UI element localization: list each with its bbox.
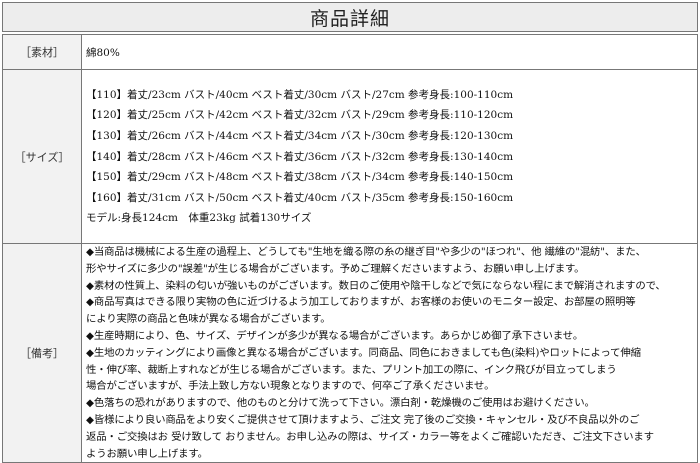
page-title: 商品詳細 bbox=[2, 2, 698, 32]
note-line: ◆皆様により良い商品をより安くご提供させて頂けますよう、ご注文 完了後のご交換・… bbox=[86, 413, 640, 426]
material-row: ［素材］ 綿80% bbox=[2, 34, 698, 70]
size-row: ［サイズ］ 【110】着丈/23cm バスト/40cm ベスト着丈/30cm バ… bbox=[2, 69, 698, 244]
material-label: ［素材］ bbox=[2, 34, 82, 70]
note-line: 形やサイズに多少の"誤差"が生じる場合がございます。予めご理解くださいますよう、… bbox=[86, 262, 585, 275]
notes-cell: ◆当商品は機械による生産の過程上、どうしても"生地を織る際の糸の継ぎ目"や多少の… bbox=[81, 242, 698, 463]
size-line-130: 【130】着丈/26cm バスト/44cm ベスト着丈/34cm バスト/30c… bbox=[86, 129, 514, 142]
size-cell: 【110】着丈/23cm バスト/40cm ベスト着丈/30cm バスト/27c… bbox=[81, 69, 698, 244]
note-line: により実際の商品と色味が異なる場合がございます。 bbox=[86, 313, 331, 326]
size-line-150: 【150】着丈/29cm バスト/48cm ベスト着丈/38cm バスト/34c… bbox=[86, 171, 514, 184]
note-line: ◆生地のカッティングにより画像と異なる場合がございます。同商品、同色におきまして… bbox=[86, 346, 641, 359]
material-cell: 綿80% bbox=[81, 34, 698, 70]
note-line: ようお願い申し上げます。 bbox=[86, 447, 208, 460]
model-info: モデル:身長124cm 体重23kg 試着130サイズ bbox=[86, 212, 312, 225]
note-line: ◆商品写真はできる限り実物の色に近づけるよう加工しておりますが、お客様のお使いの… bbox=[86, 296, 636, 309]
size-label: ［サイズ］ bbox=[2, 69, 82, 244]
note-line: 性・伸び率、裁断上すれなどが生じる場合がございます。また、プリント加工の際に、イ… bbox=[86, 363, 617, 376]
note-line: 場合がございますが、手法上致し方ない現象となりますので、何卒ご了承くださいませ。 bbox=[86, 380, 495, 393]
size-line-160: 【160】着丈/31cm バスト/50cm ベスト着丈/40cm バスト/35c… bbox=[86, 191, 514, 204]
note-line: ◆色落ちの恐れがありますので、他のものと分けて洗って下さい。漂白剤・乾燥機のご使… bbox=[86, 397, 595, 410]
size-line-120: 【120】着丈/25cm バスト/42cm ベスト着丈/32cm バスト/29c… bbox=[86, 109, 514, 122]
note-line: ◆当商品は機械による生産の過程上、どうしても"生地を織る際の糸の継ぎ目"や多少の… bbox=[86, 246, 646, 258]
size-line-140: 【140】着丈/28cm バスト/46cm ベスト着丈/36cm バスト/32c… bbox=[86, 150, 514, 163]
size-line-110: 【110】着丈/23cm バスト/40cm ベスト着丈/30cm バスト/27c… bbox=[86, 88, 514, 101]
notes-row: ［備考］ ◆当商品は機械による生産の過程上、どうしても"生地を織る際の糸の継ぎ目… bbox=[2, 242, 698, 463]
note-line: ◆素材の性質上、染料の匂いが強いものがございます。数日のご使用や陰干しなどで気に… bbox=[86, 279, 666, 292]
note-line: ◆生産時期により、色、サイズ、デザインが多少が異なる場合がございます。あらかじめ… bbox=[86, 329, 584, 342]
product-detail-table: ［素材］ 綿80% ［サイズ］ 【110】着丈/23cm バスト/40cm ベス… bbox=[2, 34, 698, 463]
notes-label: ［備考］ bbox=[2, 242, 82, 463]
note-line: 返品・ご交換はお 受け致して おりません。お申し込みの際は、サイズ・カラー等をよ… bbox=[86, 430, 654, 443]
material-value: 綿80% bbox=[86, 46, 120, 59]
